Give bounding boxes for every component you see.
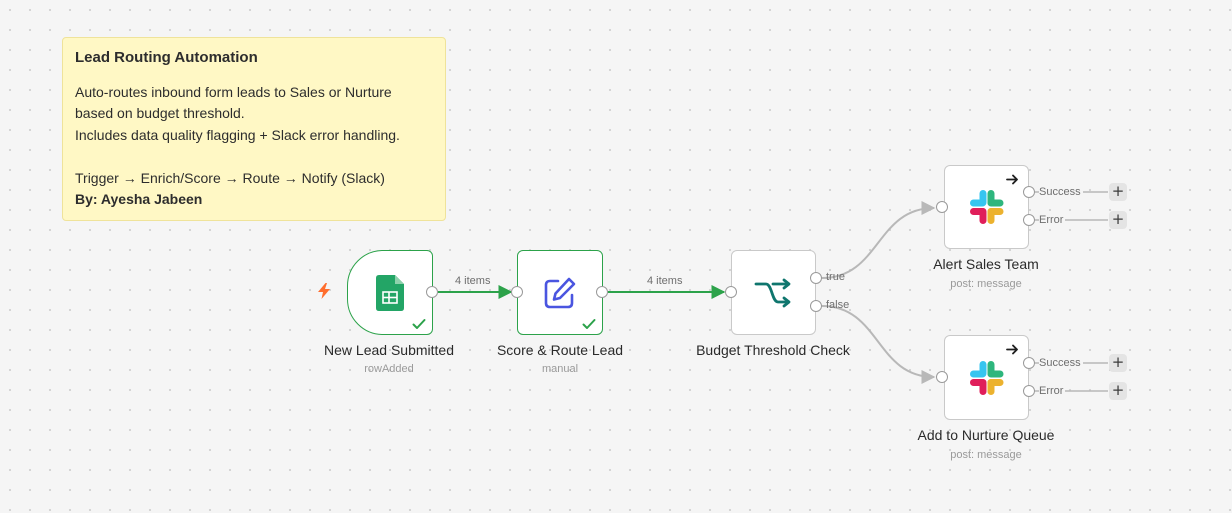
- workflow-canvas[interactable]: Lead Routing Automation Auto-routes inbo…: [0, 0, 1232, 513]
- output-handle-error[interactable]: [1023, 214, 1035, 226]
- arrow-right-icon: [1006, 344, 1018, 355]
- branch-label-true: true: [826, 271, 845, 283]
- add-node-button[interactable]: +: [1109, 183, 1127, 201]
- node-label: Budget Threshold Check: [696, 342, 850, 358]
- output-label-error: Error: [1039, 214, 1066, 226]
- sticky-note-line: Includes data quality flagging + Slack e…: [75, 126, 400, 143]
- add-node-button[interactable]: +: [1109, 211, 1127, 229]
- lightning-bolt-icon: [318, 283, 330, 299]
- branch-label-false: false: [826, 299, 850, 311]
- check-icon: [412, 319, 426, 329]
- slack-icon: [969, 190, 1003, 224]
- input-handle-score[interactable]: [511, 286, 523, 298]
- node-budget-threshold-check[interactable]: [731, 250, 816, 335]
- input-handle-nurture[interactable]: [936, 371, 948, 383]
- output-handle-success[interactable]: [1023, 186, 1035, 198]
- sticky-note-line: Trigger → Enrich/Score → Route → Notify …: [75, 169, 385, 186]
- node-score-route-lead[interactable]: [517, 250, 603, 335]
- input-handle-alert[interactable]: [936, 201, 948, 213]
- output-handle-new-lead[interactable]: [426, 286, 438, 298]
- edge-items-label: 4 items: [647, 275, 683, 287]
- output-label-error: Error: [1039, 385, 1066, 397]
- google-sheets-icon: [376, 274, 404, 311]
- edge-items-label: 4 items: [455, 275, 491, 287]
- output-handle-false[interactable]: [810, 300, 822, 312]
- sticky-note[interactable]: Lead Routing Automation Auto-routes inbo…: [62, 37, 446, 221]
- node-label: Score & Route Lead: [496, 342, 624, 358]
- edit-icon: [544, 277, 576, 308]
- node-new-lead-submitted[interactable]: [347, 250, 433, 335]
- output-handle-success[interactable]: [1023, 357, 1035, 369]
- sticky-note-line: based on budget threshold.: [75, 105, 245, 121]
- add-node-button[interactable]: +: [1109, 382, 1127, 400]
- output-label-success: Success: [1039, 357, 1083, 369]
- output-handle-score[interactable]: [596, 286, 608, 298]
- node-subtitle: manual: [541, 363, 579, 375]
- add-node-button[interactable]: +: [1109, 354, 1127, 372]
- sticky-note-title: Lead Routing Automation: [75, 49, 258, 66]
- sticky-note-line: Auto-routes inbound form leads to Sales …: [75, 83, 392, 100]
- node-label: Add to Nurture Queue: [917, 427, 1055, 443]
- check-icon: [582, 319, 596, 329]
- node-subtitle: post: message: [950, 449, 1022, 461]
- sticky-note-line: [75, 146, 433, 168]
- arrow-right-icon: [1006, 174, 1018, 185]
- node-subtitle: post: message: [950, 278, 1022, 290]
- output-label-success: Success: [1039, 186, 1083, 198]
- slack-icon: [969, 360, 1003, 395]
- sticky-note-author: By: Ayesha Jabeen: [75, 191, 203, 207]
- output-handle-error[interactable]: [1023, 385, 1035, 397]
- output-handle-true[interactable]: [810, 272, 822, 284]
- node-label: Alert Sales Team: [933, 256, 1039, 272]
- if-branch-icon: [754, 278, 790, 307]
- input-handle-budget[interactable]: [725, 286, 737, 298]
